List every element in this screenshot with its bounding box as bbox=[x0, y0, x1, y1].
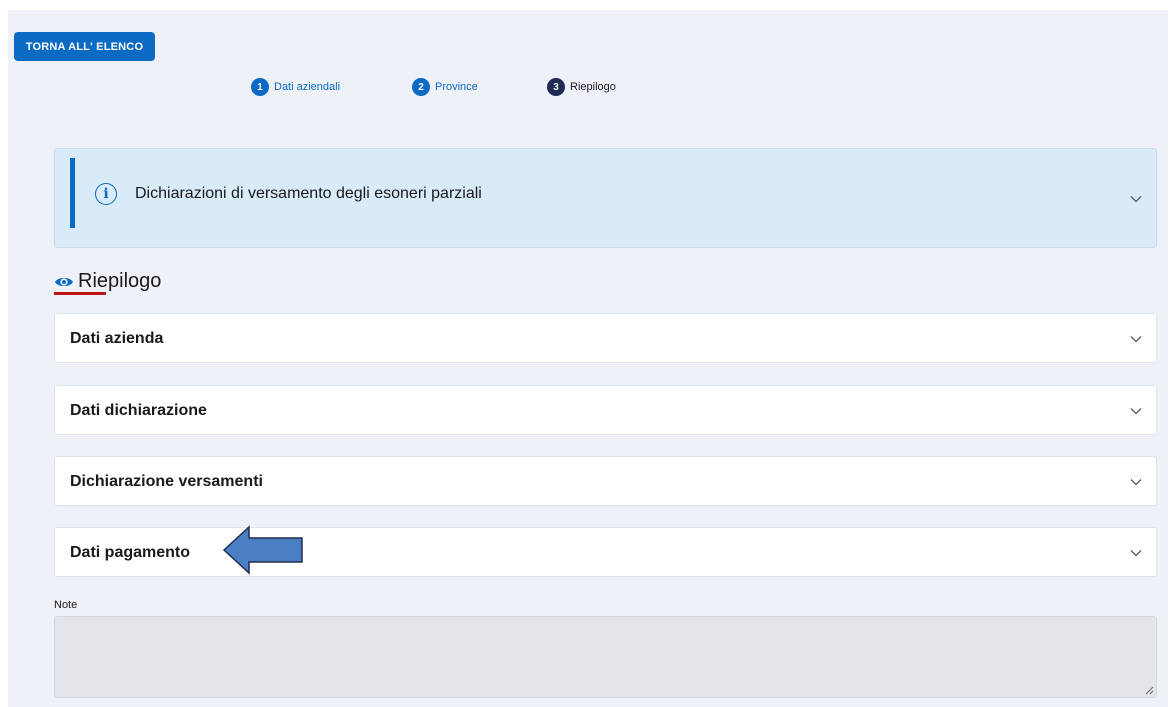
step-label: Riepilogo bbox=[570, 81, 616, 93]
step-label: Province bbox=[435, 81, 478, 93]
accordion-dati-pagamento[interactable]: Dati pagamento bbox=[54, 527, 1157, 577]
step-dati-aziendali[interactable]: 1 Dati aziendali bbox=[251, 78, 340, 96]
step-riepilogo[interactable]: 3 Riepilogo bbox=[547, 78, 616, 96]
eye-icon bbox=[55, 277, 73, 286]
info-banner[interactable]: i Dichiarazioni di versamento degli eson… bbox=[54, 148, 1157, 248]
page-container: TORNA ALL' ELENCO 1 Dati aziendali 2 Pro… bbox=[8, 10, 1168, 707]
accordion-label: Dichiarazione versamenti bbox=[70, 473, 263, 490]
chevron-down-icon bbox=[1130, 550, 1142, 557]
step-number: 2 bbox=[412, 78, 430, 96]
left-arrow-annotation-icon bbox=[222, 525, 303, 575]
wizard-stepper: 1 Dati aziendali 2 Province 3 Riepilogo bbox=[8, 78, 1168, 98]
chevron-down-icon bbox=[1130, 408, 1142, 415]
step-label: Dati aziendali bbox=[274, 81, 341, 93]
banner-accent-bar bbox=[70, 158, 75, 228]
accordion-label: Dati dichiarazione bbox=[70, 402, 207, 419]
chevron-down-icon bbox=[1130, 479, 1142, 486]
step-number: 1 bbox=[251, 78, 269, 96]
step-number: 3 bbox=[547, 78, 565, 96]
summary-title: Riepilogo bbox=[78, 270, 162, 292]
summary-heading: Riepilogo bbox=[54, 270, 161, 293]
notes-label: Note bbox=[54, 599, 78, 611]
summary-title-underline bbox=[54, 292, 106, 295]
accordion-dichiarazione-versamenti[interactable]: Dichiarazione versamenti bbox=[54, 456, 1157, 506]
resize-handle-icon[interactable] bbox=[1145, 686, 1154, 695]
accordion-dati-dichiarazione[interactable]: Dati dichiarazione bbox=[54, 385, 1157, 435]
step-province[interactable]: 2 Province bbox=[412, 78, 478, 96]
banner-title: Dichiarazioni di versamento degli esoner… bbox=[135, 185, 482, 202]
accordion-label: Dati azienda bbox=[70, 330, 164, 347]
back-to-list-button[interactable]: TORNA ALL' ELENCO bbox=[14, 32, 155, 61]
accordion-label: Dati pagamento bbox=[70, 544, 191, 561]
notes-textarea[interactable] bbox=[54, 616, 1157, 698]
chevron-down-icon[interactable] bbox=[1130, 195, 1142, 203]
info-icon: i bbox=[95, 183, 117, 205]
accordion-dati-azienda[interactable]: Dati azienda bbox=[54, 313, 1157, 363]
chevron-down-icon bbox=[1130, 336, 1142, 343]
